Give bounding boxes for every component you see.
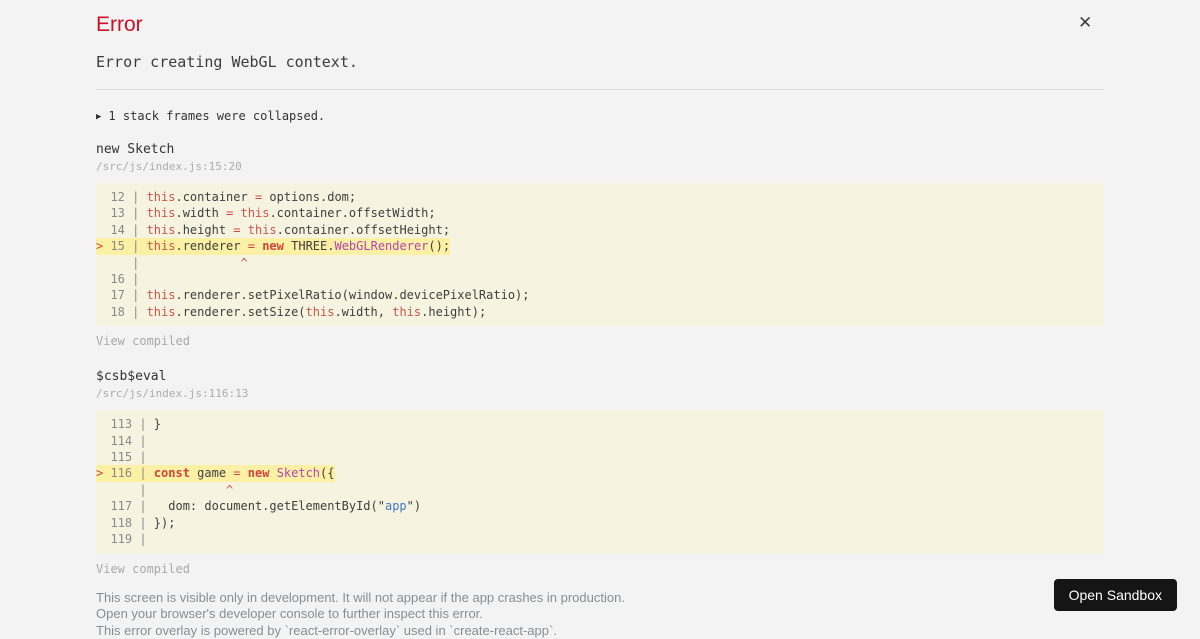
- collapsed-frames-label: 1 stack frames were collapsed.: [108, 109, 325, 123]
- code-line: 115 |: [96, 449, 1104, 465]
- code-line: 14 | this.height = this.container.offset…: [96, 222, 1104, 238]
- view-compiled-link[interactable]: View compiled: [96, 334, 190, 348]
- error-message: Error creating WebGL context.: [96, 53, 1104, 71]
- stack-frame-1: new Sketch /src/js/index.js:15:20 12 | t…: [96, 142, 1104, 350]
- code-line: 114 |: [96, 433, 1104, 449]
- code-line: 13 | this.width = this.container.offsetW…: [96, 205, 1104, 221]
- chevron-right-icon: ▶: [96, 112, 101, 122]
- code-line: > 15 | this.renderer = new THREE.WebGLRe…: [96, 238, 1104, 254]
- footer: This screen is visible only in developme…: [96, 590, 1104, 639]
- footer-line-dev-note: This screen is visible only in developme…: [96, 590, 1104, 607]
- code-frame: 12 | this.container = options.dom; 13 | …: [96, 183, 1104, 326]
- footer-line-overlay-note: This error overlay is powered by `react-…: [96, 623, 1104, 639]
- code-line: 16 |: [96, 271, 1104, 287]
- open-sandbox-button[interactable]: Open Sandbox: [1054, 579, 1177, 611]
- footer-line-console-note: Open your browser's developer console to…: [96, 606, 1104, 623]
- code-line: 117 | dom: document.getElementById("app"…: [96, 498, 1104, 514]
- code-line: 18 | this.renderer.setSize(this.width, t…: [96, 304, 1104, 320]
- code-line: 17 | this.renderer.setPixelRatio(window.…: [96, 287, 1104, 303]
- code-line: > 116 | const game = new Sketch({: [96, 465, 1104, 481]
- code-line: 113 | }: [96, 416, 1104, 432]
- divider: [96, 89, 1104, 90]
- code-line: | ^: [96, 482, 1104, 498]
- stack-frame-2: $csb$eval /src/js/index.js:116:13 113 | …: [96, 369, 1104, 577]
- frame-function-name: new Sketch: [96, 142, 1104, 157]
- code-line: 119 |: [96, 531, 1104, 547]
- error-overlay: Error Error creating WebGL context. ▶ 1 s…: [0, 0, 1200, 639]
- collapsed-frames-toggle[interactable]: ▶ 1 stack frames were collapsed.: [96, 109, 1104, 123]
- code-line: | ^: [96, 255, 1104, 271]
- frame-location: /src/js/index.js:116:13: [96, 387, 1104, 400]
- code-frame: 113 | } 114 | 115 |> 116 | const game = …: [96, 410, 1104, 553]
- code-line: 12 | this.container = options.dom;: [96, 189, 1104, 205]
- view-compiled-link[interactable]: View compiled: [96, 562, 190, 576]
- code-line: 118 | });: [96, 515, 1104, 531]
- frame-location: /src/js/index.js:15:20: [96, 160, 1104, 173]
- page-title: Error: [96, 13, 1104, 36]
- close-icon[interactable]: ✕: [1078, 13, 1092, 33]
- frame-function-name: $csb$eval: [96, 369, 1104, 384]
